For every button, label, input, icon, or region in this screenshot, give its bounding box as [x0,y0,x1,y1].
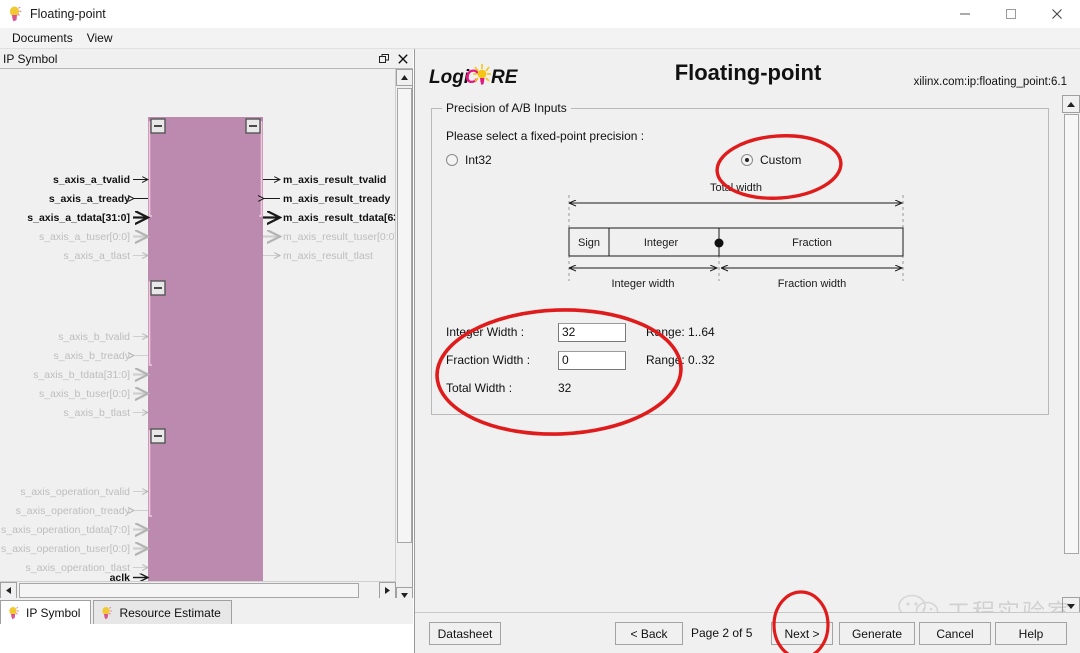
tab-resource-estimate[interactable]: Resource Estimate [93,600,232,624]
cell-fraction: Fraction [792,237,832,249]
bulb-icon [100,606,113,620]
datasheet-button[interactable]: Datasheet [429,622,501,645]
svg-text:m_axis_result_tvalid: m_axis_result_tvalid [283,174,386,186]
tab-label: Resource Estimate [119,605,221,620]
maximize-icon[interactable] [988,0,1034,28]
vertical-scroll-thumb[interactable] [397,88,412,543]
svg-text:m_axis_result_tuser[0:0]: m_axis_result_tuser[0:0] [283,231,396,243]
cell-sign: Sign [578,237,600,249]
scroll-right-icon[interactable] [379,582,396,599]
svg-text:s_axis_a_tready: s_axis_a_tready [49,193,130,205]
svg-text:s_axis_a_tuser[0:0]: s_axis_a_tuser[0:0] [39,231,130,243]
svg-text:m_axis_result_tlast: m_axis_result_tlast [283,250,373,262]
minimize-icon[interactable] [942,0,988,28]
cell-integer: Integer [644,237,679,249]
dialog-button-bar: Datasheet < Back Page 2 of 5 Next > Gene… [415,612,1080,653]
close-icon[interactable] [397,53,409,65]
fraction-width-label: Fraction width [778,278,846,290]
ip-version-label: xilinx.com:ip:floating_point:6.1 [913,76,1067,88]
svg-text:m_axis_result_tdata[63:0]: m_axis_result_tdata[63:0] [283,212,396,224]
panel-title: IP Symbol [3,51,58,66]
radio-label: Custom [760,153,802,167]
window-titlebar: Floating-point [0,0,1080,28]
total-width-label: Total Width : [446,381,513,395]
svg-text:m_axis_result_tready: m_axis_result_tready [283,193,391,205]
tab-ip-symbol[interactable]: IP Symbol [0,600,92,624]
svg-text:s_axis_b_tlast: s_axis_b_tlast [63,407,130,419]
config-vertical-scrollbar[interactable] [1062,95,1080,615]
cancel-button[interactable]: Cancel [919,622,991,645]
svg-text:s_axis_b_tdata[31:0]: s_axis_b_tdata[31:0] [33,369,130,381]
svg-text:s_axis_b_tvalid: s_axis_b_tvalid [58,331,130,343]
config-content: Precision of A/B Inputs Please select a … [415,100,1063,615]
fixed-point-format-diagram: Total width Sign Integer Fraction Intege… [567,179,917,302]
svg-text:s_axis_b_tuser[0:0]: s_axis_b_tuser[0:0] [39,388,130,400]
float-window-icon[interactable] [378,53,390,65]
fraction-width-label: Fraction Width : [446,353,531,367]
radio-dot [741,154,753,166]
radio-label: Int32 [465,153,492,167]
next-button[interactable]: Next > [771,622,833,645]
radio-int32[interactable]: Int32 [446,153,492,167]
fraction-width-input[interactable] [558,350,626,370]
horizontal-scroll-thumb[interactable] [19,583,359,598]
precision-radio-group: Int32 Custom [446,153,1046,171]
panel-header-tools [378,49,409,69]
total-width-value: 32 [558,381,572,395]
panel-header: IP Symbol [0,49,413,69]
integer-width-input[interactable] [558,322,626,342]
vertical-scroll-thumb[interactable] [1064,114,1079,554]
total-width-label: Total width [710,182,762,194]
fraction-width-range: Range: 0..32 [646,353,715,367]
fraction-width-row: Fraction Width : Range: 0..32 [446,347,715,373]
svg-text:s_axis_operation_tready: s_axis_operation_tready [16,505,131,517]
canvas-vertical-scrollbar[interactable] [395,69,413,604]
ip-symbol-canvas[interactable]: s_axis_a_tvalid s_axis_a_tready s_axis_a… [0,69,396,604]
tab-label: IP Symbol [26,605,81,620]
close-icon[interactable] [1034,0,1080,28]
panel-tabstrip: IP Symbol Resource Estimate [0,598,413,624]
ip-symbol-panel: IP Symbol s_axis_a_tvalid s_axis_a_tread… [0,49,413,624]
window-title: Floating-point [30,7,106,21]
page-indicator: Page 2 of 5 [691,626,753,640]
integer-width-label: Integer Width : [446,325,525,339]
integer-width-label: Integer width [612,278,675,290]
menu-item-view[interactable]: View [80,28,120,48]
bulb-icon [6,5,24,23]
ip-symbol-drawing: s_axis_a_tvalid s_axis_a_tready s_axis_a… [1,117,396,604]
width-fields: Integer Width : Range: 1..64 Fraction Wi… [446,319,715,403]
groupbox-legend: Precision of A/B Inputs [442,101,571,115]
svg-text:s_axis_operation_tvalid: s_axis_operation_tvalid [20,486,130,498]
svg-text:s_axis_b_tready: s_axis_b_tready [54,350,131,362]
svg-text:s_axis_operation_tlast: s_axis_operation_tlast [26,562,131,574]
integer-width-row: Integer Width : Range: 1..64 [446,319,715,345]
svg-text:s_axis_a_tlast: s_axis_a_tlast [63,250,130,262]
precision-groupbox: Precision of A/B Inputs Please select a … [431,101,1049,415]
config-pane: Logi C RE Floating-point xilinx.com:ip:f… [414,49,1080,653]
radio-custom[interactable]: Custom [741,153,801,167]
canvas-horizontal-scrollbar[interactable] [0,581,396,599]
total-width-row: Total Width : 32 [446,375,715,401]
svg-text:s_axis_operation_tuser[0:0]: s_axis_operation_tuser[0:0] [1,543,130,555]
menu-item-documents[interactable]: Documents [5,28,80,48]
scroll-left-icon[interactable] [0,582,17,599]
svg-text:s_axis_operation_tdata[7:0]: s_axis_operation_tdata[7:0] [1,524,130,536]
scroll-up-icon[interactable] [1062,95,1080,113]
generate-button[interactable]: Generate [839,622,915,645]
menubar: Documents View [0,28,1080,49]
window-controls [942,0,1080,28]
config-header: Logi C RE Floating-point xilinx.com:ip:f… [415,49,1080,100]
svg-text:s_axis_a_tdata[31:0]: s_axis_a_tdata[31:0] [27,212,130,224]
radio-dot [446,154,458,166]
back-button[interactable]: < Back [615,622,683,645]
binary-point-marker [714,238,724,248]
help-button[interactable]: Help [995,622,1067,645]
precision-prompt: Please select a fixed-point precision : [446,129,645,143]
bulb-icon [7,606,20,620]
svg-text:s_axis_a_tvalid: s_axis_a_tvalid [53,174,130,186]
scroll-up-icon[interactable] [396,69,413,86]
integer-width-range: Range: 1..64 [646,325,715,339]
